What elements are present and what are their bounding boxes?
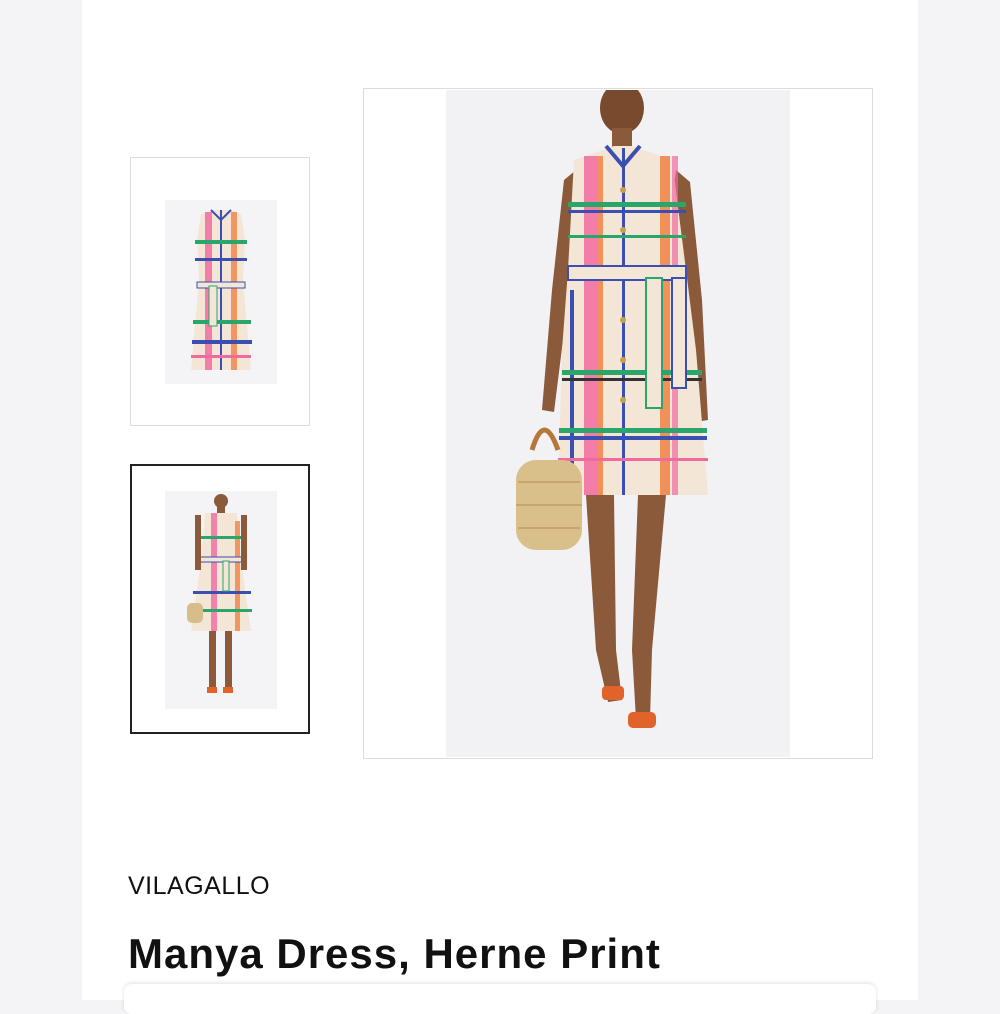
product-title: Manya Dress, Herne Print	[128, 930, 661, 977]
dress-model-main-image	[446, 90, 790, 757]
thumbnail-flat-lay[interactable]	[130, 157, 310, 426]
bottom-panel	[124, 984, 876, 1014]
dress-model-thumbnail-image	[165, 491, 277, 709]
thumbnail-model[interactable]	[130, 464, 310, 734]
main-product-image[interactable]	[363, 88, 873, 759]
brand-name[interactable]: VILAGALLO	[128, 872, 270, 901]
dress-flat-lay-image	[165, 200, 277, 384]
